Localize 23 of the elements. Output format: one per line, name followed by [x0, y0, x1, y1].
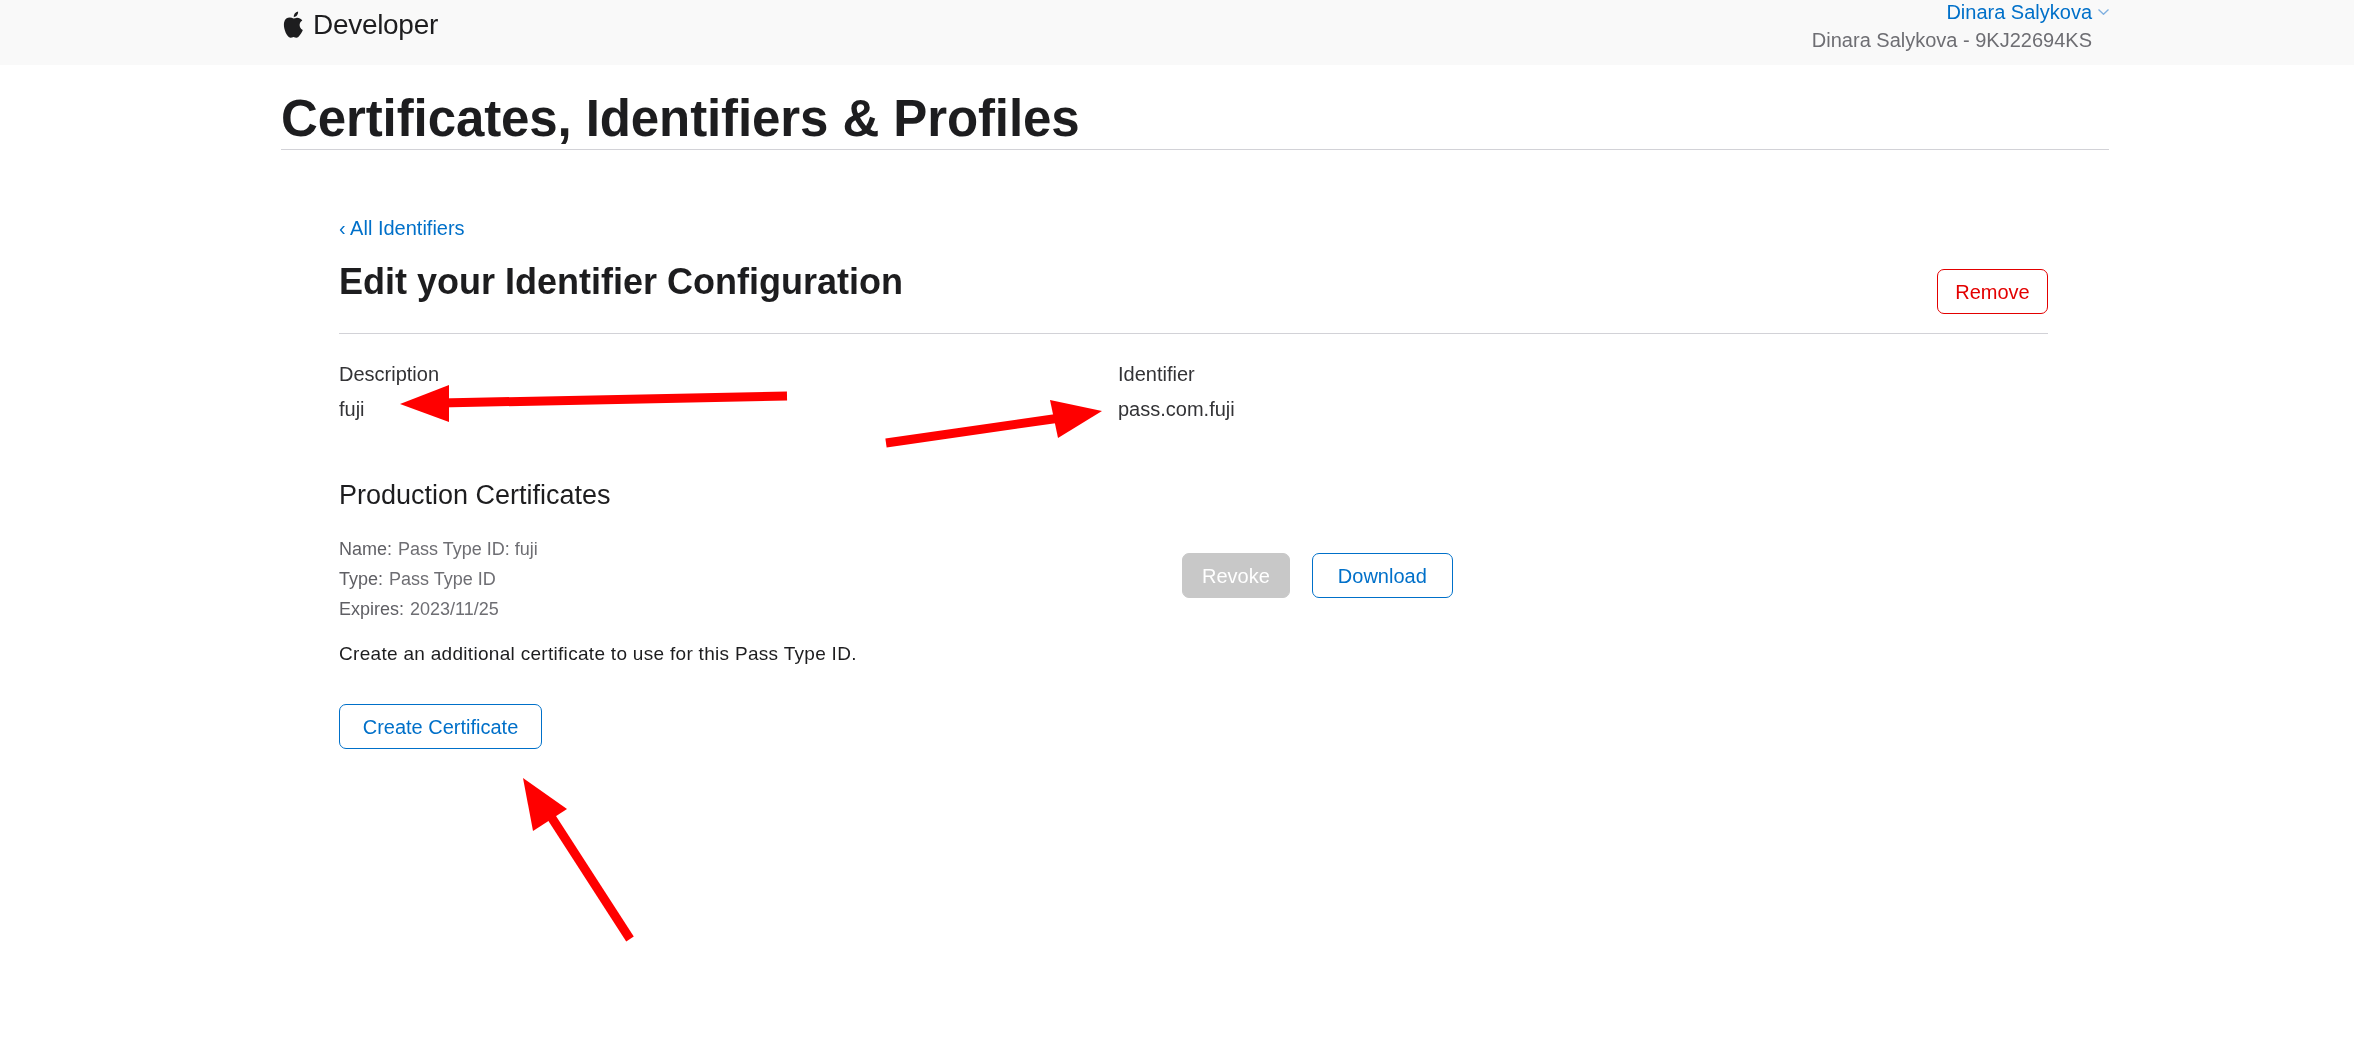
field-label: Identifier: [1118, 362, 1195, 387]
remove-button[interactable]: Remove: [1937, 269, 2048, 314]
field-value: fuji: [339, 397, 365, 422]
account-menu-button[interactable]: Dinara Salykova: [1946, 0, 2109, 24]
create-certificate-button[interactable]: Create Certificate: [339, 704, 542, 749]
back-link[interactable]: ‹ All Identifiers: [339, 214, 465, 242]
apple-icon[interactable]: [281, 11, 305, 39]
detail-value: 2023/11/25: [410, 598, 499, 621]
logo-text[interactable]: Developer: [313, 8, 438, 42]
certificate-action-button[interactable]: Download: [1311, 553, 1453, 598]
detail-value: Pass Type ID: fuji: [398, 538, 538, 561]
section-heading: Production Certificates: [339, 479, 611, 512]
detail-label: Type:: [339, 568, 384, 591]
detail-value: Pass Type ID: [389, 568, 496, 591]
team-label: Dinara Salykova - 9KJ22694KS: [1811, 28, 2092, 52]
page-title: Certificates, Identifiers & Profiles: [281, 89, 1080, 149]
section-title: Edit your Identifier Configuration: [339, 260, 903, 304]
instruction-text: Create an additional certificate to use for this Pass Type ID.: [339, 642, 857, 666]
field-label: Description: [339, 362, 440, 387]
chevron-down-icon: [2098, 9, 2109, 15]
detail-label: Name:: [339, 538, 392, 561]
detail-label: Expires:: [339, 598, 405, 621]
field-value: pass.com.fuji: [1118, 397, 1235, 422]
